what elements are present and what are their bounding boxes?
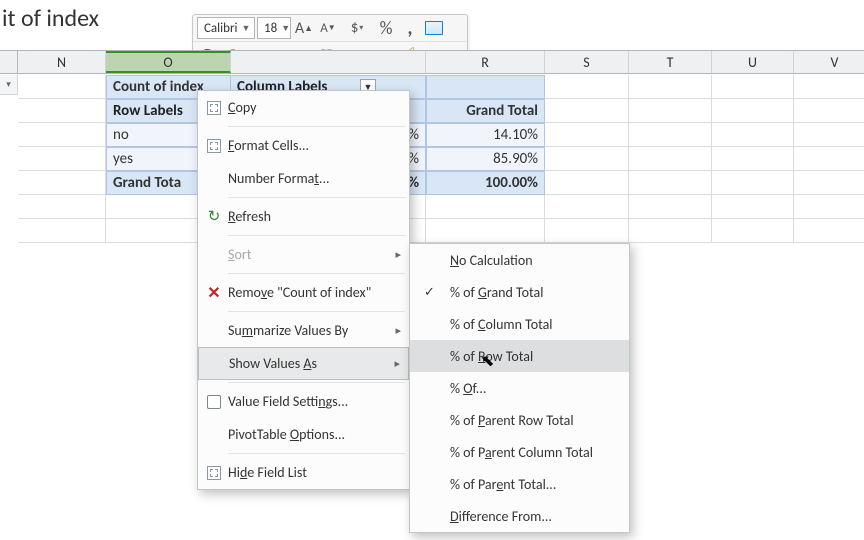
menu-item[interactable]: Copy	[198, 91, 409, 124]
font-name-value: Calibri	[204, 21, 237, 36]
menu-item[interactable]: Hide Field List	[198, 456, 409, 489]
submenu-item[interactable]: % of Column Total	[410, 308, 629, 340]
increase-font-button[interactable]: A▲	[293, 17, 315, 39]
chevron-down-icon: ▼	[241, 23, 250, 34]
menu-item[interactable]: Summarize Values By▸	[198, 314, 409, 347]
menu-item-label: Number Format...	[228, 170, 401, 187]
pivot-grand-total-grand[interactable]: 100.00%	[426, 171, 545, 195]
show-values-as-submenu: No Calculation % of Grand Total % of Colum…	[409, 243, 630, 533]
accounting-icon	[425, 21, 443, 35]
menu-item-label: Copy	[228, 99, 401, 116]
accounting-format-button[interactable]	[423, 17, 445, 39]
menu-item-label: Sort	[228, 246, 395, 263]
pivot-grand-cell[interactable]: 14.10%	[426, 123, 545, 147]
menu-item[interactable]: Number Format...	[198, 162, 409, 195]
menu-item-label: Refresh	[228, 208, 401, 225]
submenu-item-label: % Of...	[450, 380, 486, 397]
menu-separator	[228, 311, 405, 312]
submenu-item[interactable]: % of Parent Row Total	[410, 404, 629, 436]
submenu-item-label: % of Column Total	[450, 316, 553, 333]
context-menu: Copy Format Cells... Number Format... ↻ Refr…	[197, 90, 410, 490]
col-header-u[interactable]: U	[712, 51, 794, 73]
menu-item[interactable]: Show Values As▸	[198, 347, 409, 380]
menu-item-label: Value Field Settings...	[228, 393, 401, 410]
menu-item-label: Hide Field List	[228, 464, 401, 481]
font-name-combo[interactable]: Calibri ▼	[197, 17, 255, 39]
menu-item[interactable]: PivotTable Options...	[198, 418, 409, 451]
submenu-item-label: % of Parent Column Total	[450, 444, 593, 461]
submenu-item[interactable]: % of Parent Column Total	[410, 436, 629, 468]
submenu-arrow-icon: ▸	[395, 248, 401, 261]
format-cells-icon	[207, 139, 221, 153]
remove-icon: ✕	[207, 283, 220, 303]
settings-icon	[207, 395, 221, 409]
percent-icon: %	[380, 17, 393, 39]
chevron-down-icon: ▼	[281, 23, 290, 34]
submenu-item[interactable]: Difference From...	[410, 500, 629, 532]
partial-window-title: it of index	[0, 4, 99, 33]
submenu-item-label: % of Grand Total	[450, 284, 543, 301]
comma-icon: ,	[407, 16, 412, 40]
menu-separator	[228, 453, 405, 454]
menu-separator	[228, 382, 405, 383]
submenu-item-label: Difference From...	[450, 508, 552, 525]
col-header-o[interactable]: O	[106, 51, 231, 73]
menu-item: Sort▸	[198, 238, 409, 271]
menu-separator	[228, 197, 405, 198]
menu-item-label: Summarize Values By	[228, 322, 395, 339]
menu-item-label: Format Cells...	[228, 137, 401, 154]
field-list-icon	[207, 466, 221, 480]
font-size-value: 18	[264, 21, 277, 36]
col-header-v[interactable]: V	[794, 51, 864, 73]
menu-separator	[228, 273, 405, 274]
col-header-s[interactable]: S	[545, 51, 629, 73]
submenu-item[interactable]: % of Grand Total	[410, 276, 629, 308]
copy-icon	[207, 101, 221, 115]
col-header-n[interactable]: N	[18, 51, 106, 73]
submenu-item[interactable]: % of Row Total	[410, 340, 629, 372]
menu-item[interactable]: ↻ Refresh	[198, 200, 409, 233]
submenu-arrow-icon: ▸	[395, 324, 401, 337]
submenu-item-label: % of Parent Total...	[450, 476, 556, 493]
comma-format-button[interactable]: ,	[399, 17, 421, 39]
pivot-corner-label: Count of index	[113, 78, 204, 96]
pivot-row-labels-text: Row Labels	[113, 102, 183, 120]
menu-item-label: Remove "Count of index"	[228, 284, 401, 301]
submenu-arrow-icon: ▸	[394, 357, 400, 370]
menu-item[interactable]: Format Cells...	[198, 129, 409, 162]
submenu-item-label: % of Row Total	[450, 348, 533, 365]
menu-item[interactable]: Value Field Settings...	[198, 385, 409, 418]
refresh-icon: ↻	[208, 207, 221, 226]
row-dropdown-button[interactable]: ▾	[0, 75, 18, 95]
row-header-gutter	[0, 51, 18, 73]
menu-separator	[228, 126, 405, 127]
percent-format-button[interactable]: %	[375, 17, 397, 39]
decrease-font-button[interactable]: A▼	[317, 17, 339, 39]
col-header-r[interactable]: R	[426, 51, 545, 73]
chevron-down-icon: ▾	[359, 23, 363, 33]
grand-total-col-header: Grand Total	[426, 99, 545, 123]
menu-separator	[228, 235, 405, 236]
submenu-item-label: % of Parent Row Total	[450, 412, 574, 429]
menu-item[interactable]: ✕ Remove "Count of index"	[198, 276, 409, 309]
pivot-grand-cell[interactable]: 85.90%	[426, 147, 545, 171]
col-header-t[interactable]: T	[629, 51, 712, 73]
menu-item-label: Show Values As	[229, 355, 394, 372]
column-headers: N O R S T U V	[0, 50, 864, 74]
submenu-item[interactable]: % Of...	[410, 372, 629, 404]
menu-item-label: PivotTable Options...	[228, 426, 401, 443]
col-header-hidden	[231, 51, 426, 73]
submenu-item-label: No Calculation	[450, 252, 533, 269]
currency-format-button[interactable]: $▾	[341, 17, 373, 39]
currency-icon: $	[351, 19, 359, 37]
font-size-combo[interactable]: 18 ▼	[257, 17, 291, 39]
submenu-item[interactable]: No Calculation	[410, 244, 629, 276]
submenu-item[interactable]: % of Parent Total...	[410, 468, 629, 500]
